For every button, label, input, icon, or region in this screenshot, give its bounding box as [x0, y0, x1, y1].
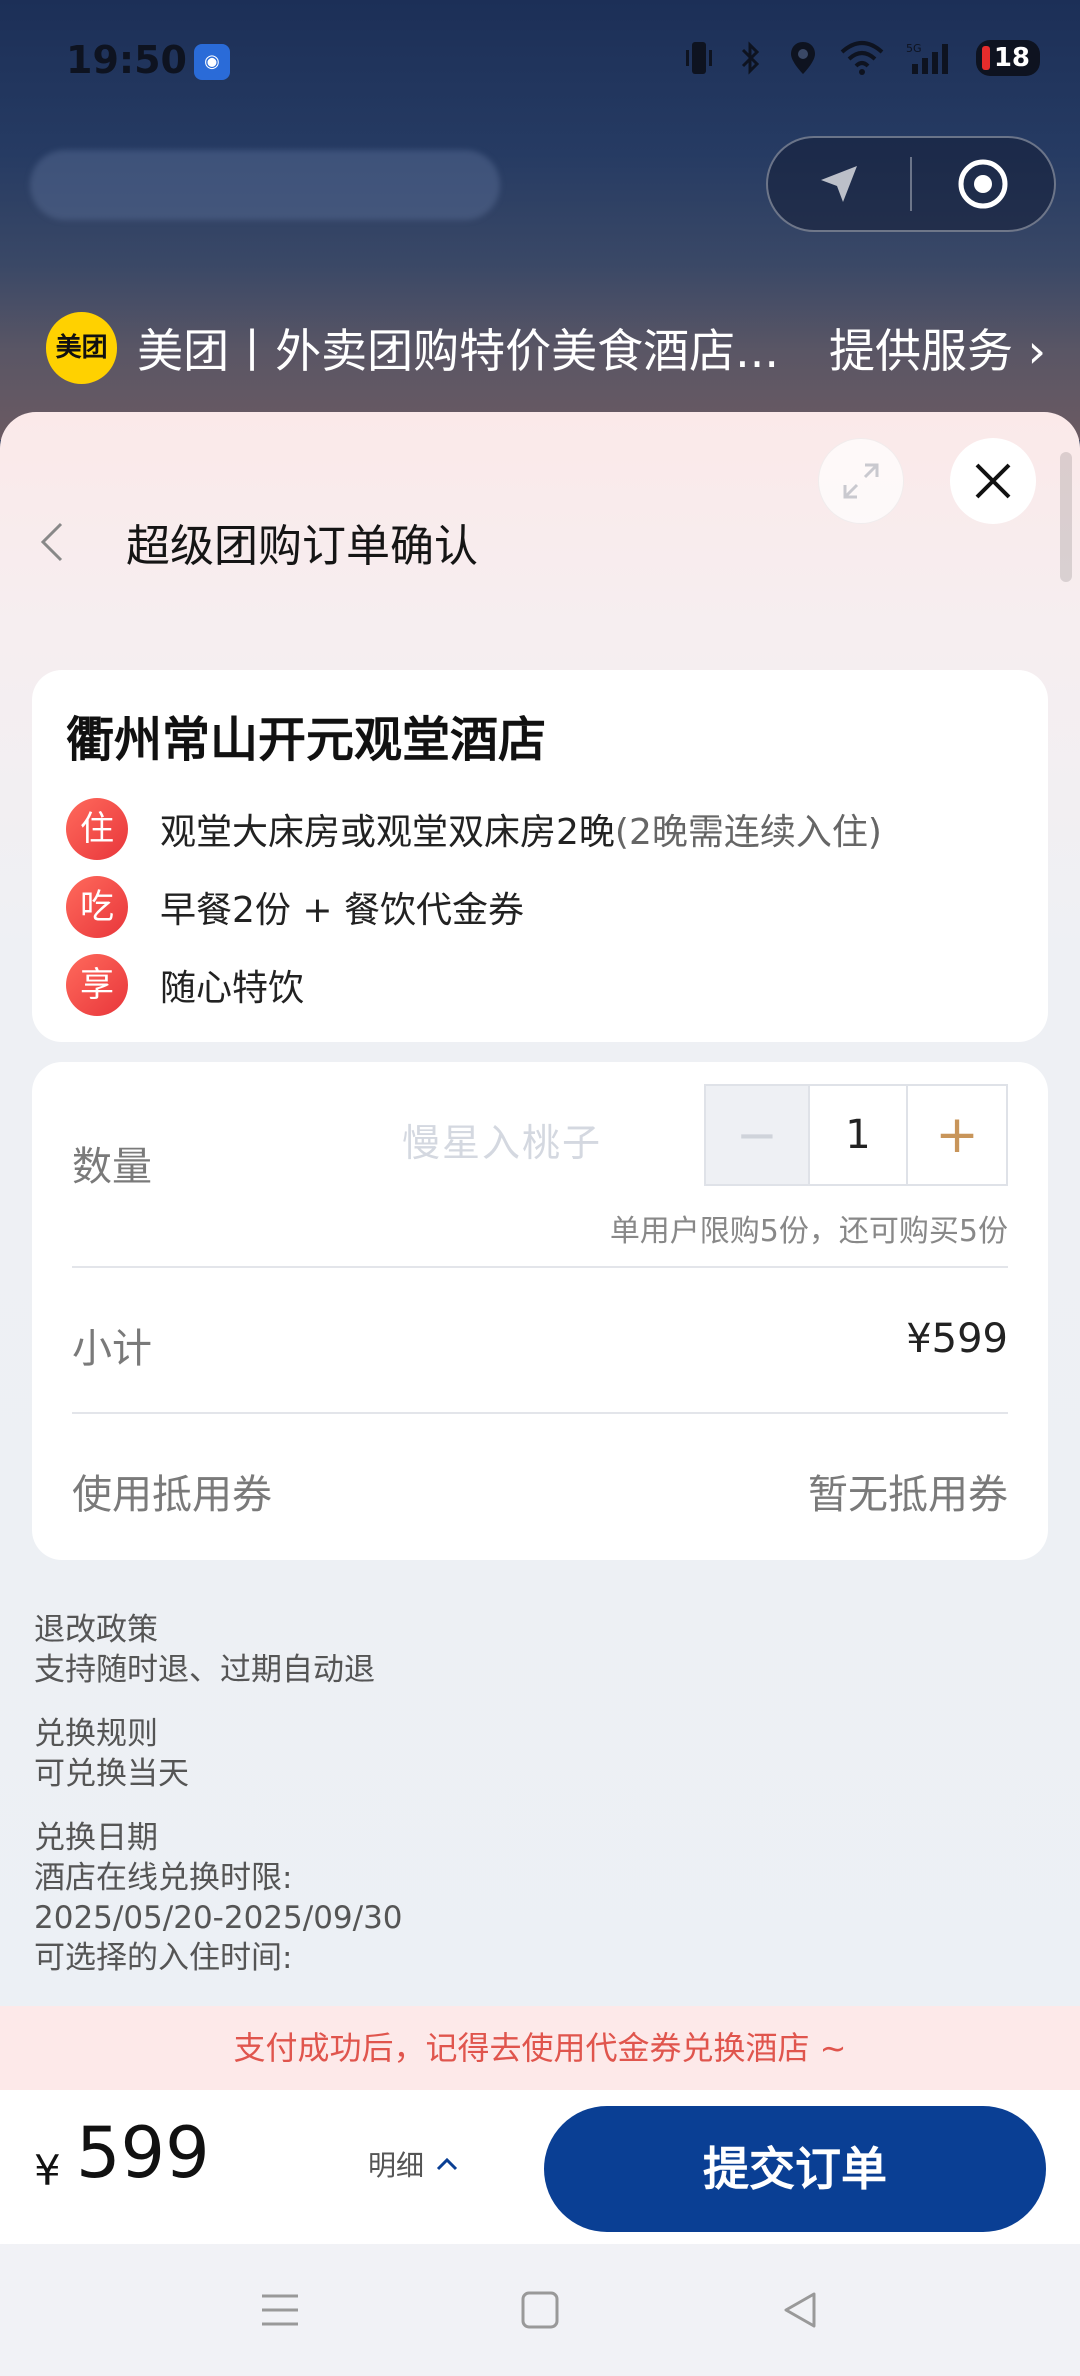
exchange-rule: 兑换规则 可兑换当天	[34, 1714, 1044, 1794]
subtotal-value: ¥599	[906, 1316, 1008, 1362]
chevron-right-icon: ›	[1012, 324, 1046, 378]
total-price: 599	[76, 2112, 210, 2194]
feature-row-eat: 吃 早餐2份 + 餐饮代金券	[66, 868, 1014, 946]
policy-section: 退改政策 支持随时退、过期自动退 兑换规则 可兑换当天 兑换日期 酒店在线兑换时…	[34, 1610, 1044, 2002]
chevron-up-icon	[436, 2157, 458, 2171]
battery-indicator: 18	[975, 40, 1040, 76]
bluetooth-icon	[736, 40, 766, 76]
checkin-time-label: 可选择的入住时间:	[34, 1940, 293, 1976]
mini-program-capsule	[766, 136, 1056, 232]
home-icon[interactable]	[510, 2280, 570, 2340]
status-time: 19:50	[66, 38, 187, 82]
send-arrow-icon	[821, 166, 857, 202]
baidu-app-icon: ◉	[194, 44, 230, 80]
chevron-left-icon	[40, 522, 63, 562]
watermark: 慢星入桃子	[402, 1121, 603, 1165]
exchange-rule-title: 兑换规则	[34, 1716, 158, 1752]
quantity-value[interactable]: 1	[808, 1086, 908, 1184]
menu-icon[interactable]	[250, 2280, 310, 2340]
vibrate-icon	[684, 40, 714, 76]
order-sheet: 超级团购订单确认 衢州常山开元观堂酒店 住 观堂大床房或观堂双床房2晚(2晚需连…	[0, 412, 1080, 2244]
target-icon	[958, 159, 1008, 209]
exchange-date: 兑换日期 酒店在线兑换时限: 2025/05/20-2025/09/30 可选择…	[34, 1818, 1044, 1978]
stay-badge: 住	[66, 798, 128, 860]
feature-row-enjoy: 享 随心特饮	[66, 946, 1014, 1024]
purchase-limit-text: 单用户限购5份，还可购买5份	[609, 1214, 1008, 1249]
status-icons: 5G 18	[684, 40, 1040, 76]
signal-5g-icon: 5G	[906, 40, 954, 76]
checkout-bar: ¥ 599 明细 提交订单	[0, 2090, 1080, 2244]
service-provider-label: 提供服务 ›	[828, 324, 1046, 378]
exchange-date-line: 酒店在线兑换时限:	[34, 1860, 293, 1896]
exchange-date-range: 2025/05/20-2025/09/30	[34, 1900, 403, 1936]
product-card: 衢州常山开元观堂酒店 住 观堂大床房或观堂双床房2晚(2晚需连续入住) 吃 早餐…	[32, 670, 1048, 1042]
submit-order-button[interactable]: 提交订单	[544, 2106, 1046, 2232]
location-icon	[788, 40, 818, 76]
enjoy-badge: 享	[66, 954, 128, 1016]
exchange-date-title: 兑换日期	[34, 1820, 158, 1856]
feature-text: 观堂大床房或观堂双床房2晚(2晚需连续入住)	[160, 812, 882, 853]
subtotal-label: 小计	[72, 1326, 152, 1372]
back-button[interactable]	[30, 512, 74, 572]
quantity-label: 数量	[72, 1144, 152, 1190]
page-title: 超级团购订单确认	[126, 521, 478, 572]
expand-icon	[843, 463, 879, 499]
expand-button[interactable]	[818, 438, 904, 524]
coupon-value[interactable]: 暂无抵用券	[808, 1462, 1008, 1520]
status-bar: 19:50 ◉ 5G 18	[0, 0, 1080, 130]
svg-text:5G: 5G	[906, 42, 922, 55]
quantity-stepper: − 1 +	[704, 1084, 1008, 1186]
refund-policy-text: 支持随时退、过期自动退	[34, 1652, 375, 1688]
increase-button[interactable]: +	[908, 1086, 1006, 1184]
exchange-rule-text: 可兑换当天	[34, 1756, 189, 1792]
price-detail-toggle[interactable]: 明细	[368, 2144, 458, 2184]
back-triangle-icon[interactable]	[770, 2280, 830, 2340]
page-header: 超级团购订单确认	[30, 502, 478, 582]
feature-row-stay: 住 观堂大床房或观堂双床房2晚(2晚需连续入住)	[66, 790, 1014, 868]
hotel-name: 衢州常山开元观堂酒店	[66, 712, 547, 768]
eat-badge: 吃	[66, 876, 128, 938]
meituan-logo: 美团	[46, 312, 118, 384]
detail-label: 明细	[368, 2149, 425, 2182]
close-mini-program-button[interactable]	[912, 136, 1054, 232]
service-provider-row[interactable]: 美团 美团丨外卖团购特价美食酒店... 提供服务 ›	[46, 310, 1046, 386]
share-location-button[interactable]	[768, 136, 910, 232]
divider	[72, 1412, 1008, 1414]
divider	[72, 1266, 1008, 1268]
decrease-button[interactable]: −	[706, 1086, 808, 1184]
close-icon	[975, 463, 1011, 499]
refund-policy: 退改政策 支持随时退、过期自动退	[34, 1610, 1044, 1690]
feature-text: 早餐2份 + 餐饮代金券	[160, 890, 524, 931]
system-navigation-bar	[0, 2244, 1080, 2376]
blurred-search-bar	[30, 150, 500, 220]
wifi-icon	[840, 40, 884, 76]
refund-policy-title: 退改政策	[34, 1612, 158, 1648]
feature-text: 随心特饮	[160, 968, 305, 1009]
coupon-label[interactable]: 使用抵用券	[72, 1462, 272, 1520]
service-title: 美团丨外卖团购特价美食酒店...	[137, 324, 780, 378]
order-details-card: 数量 慢星入桃子 − 1 + 单用户限购5份，还可购买5份 小计 ¥599 使用…	[32, 1062, 1048, 1560]
payment-tip-banner: 支付成功后，记得去使用代金券兑换酒店 ~	[0, 2006, 1080, 2090]
close-button[interactable]	[950, 438, 1036, 524]
currency-symbol: ¥	[34, 2146, 61, 2195]
scroll-indicator	[1060, 452, 1072, 582]
